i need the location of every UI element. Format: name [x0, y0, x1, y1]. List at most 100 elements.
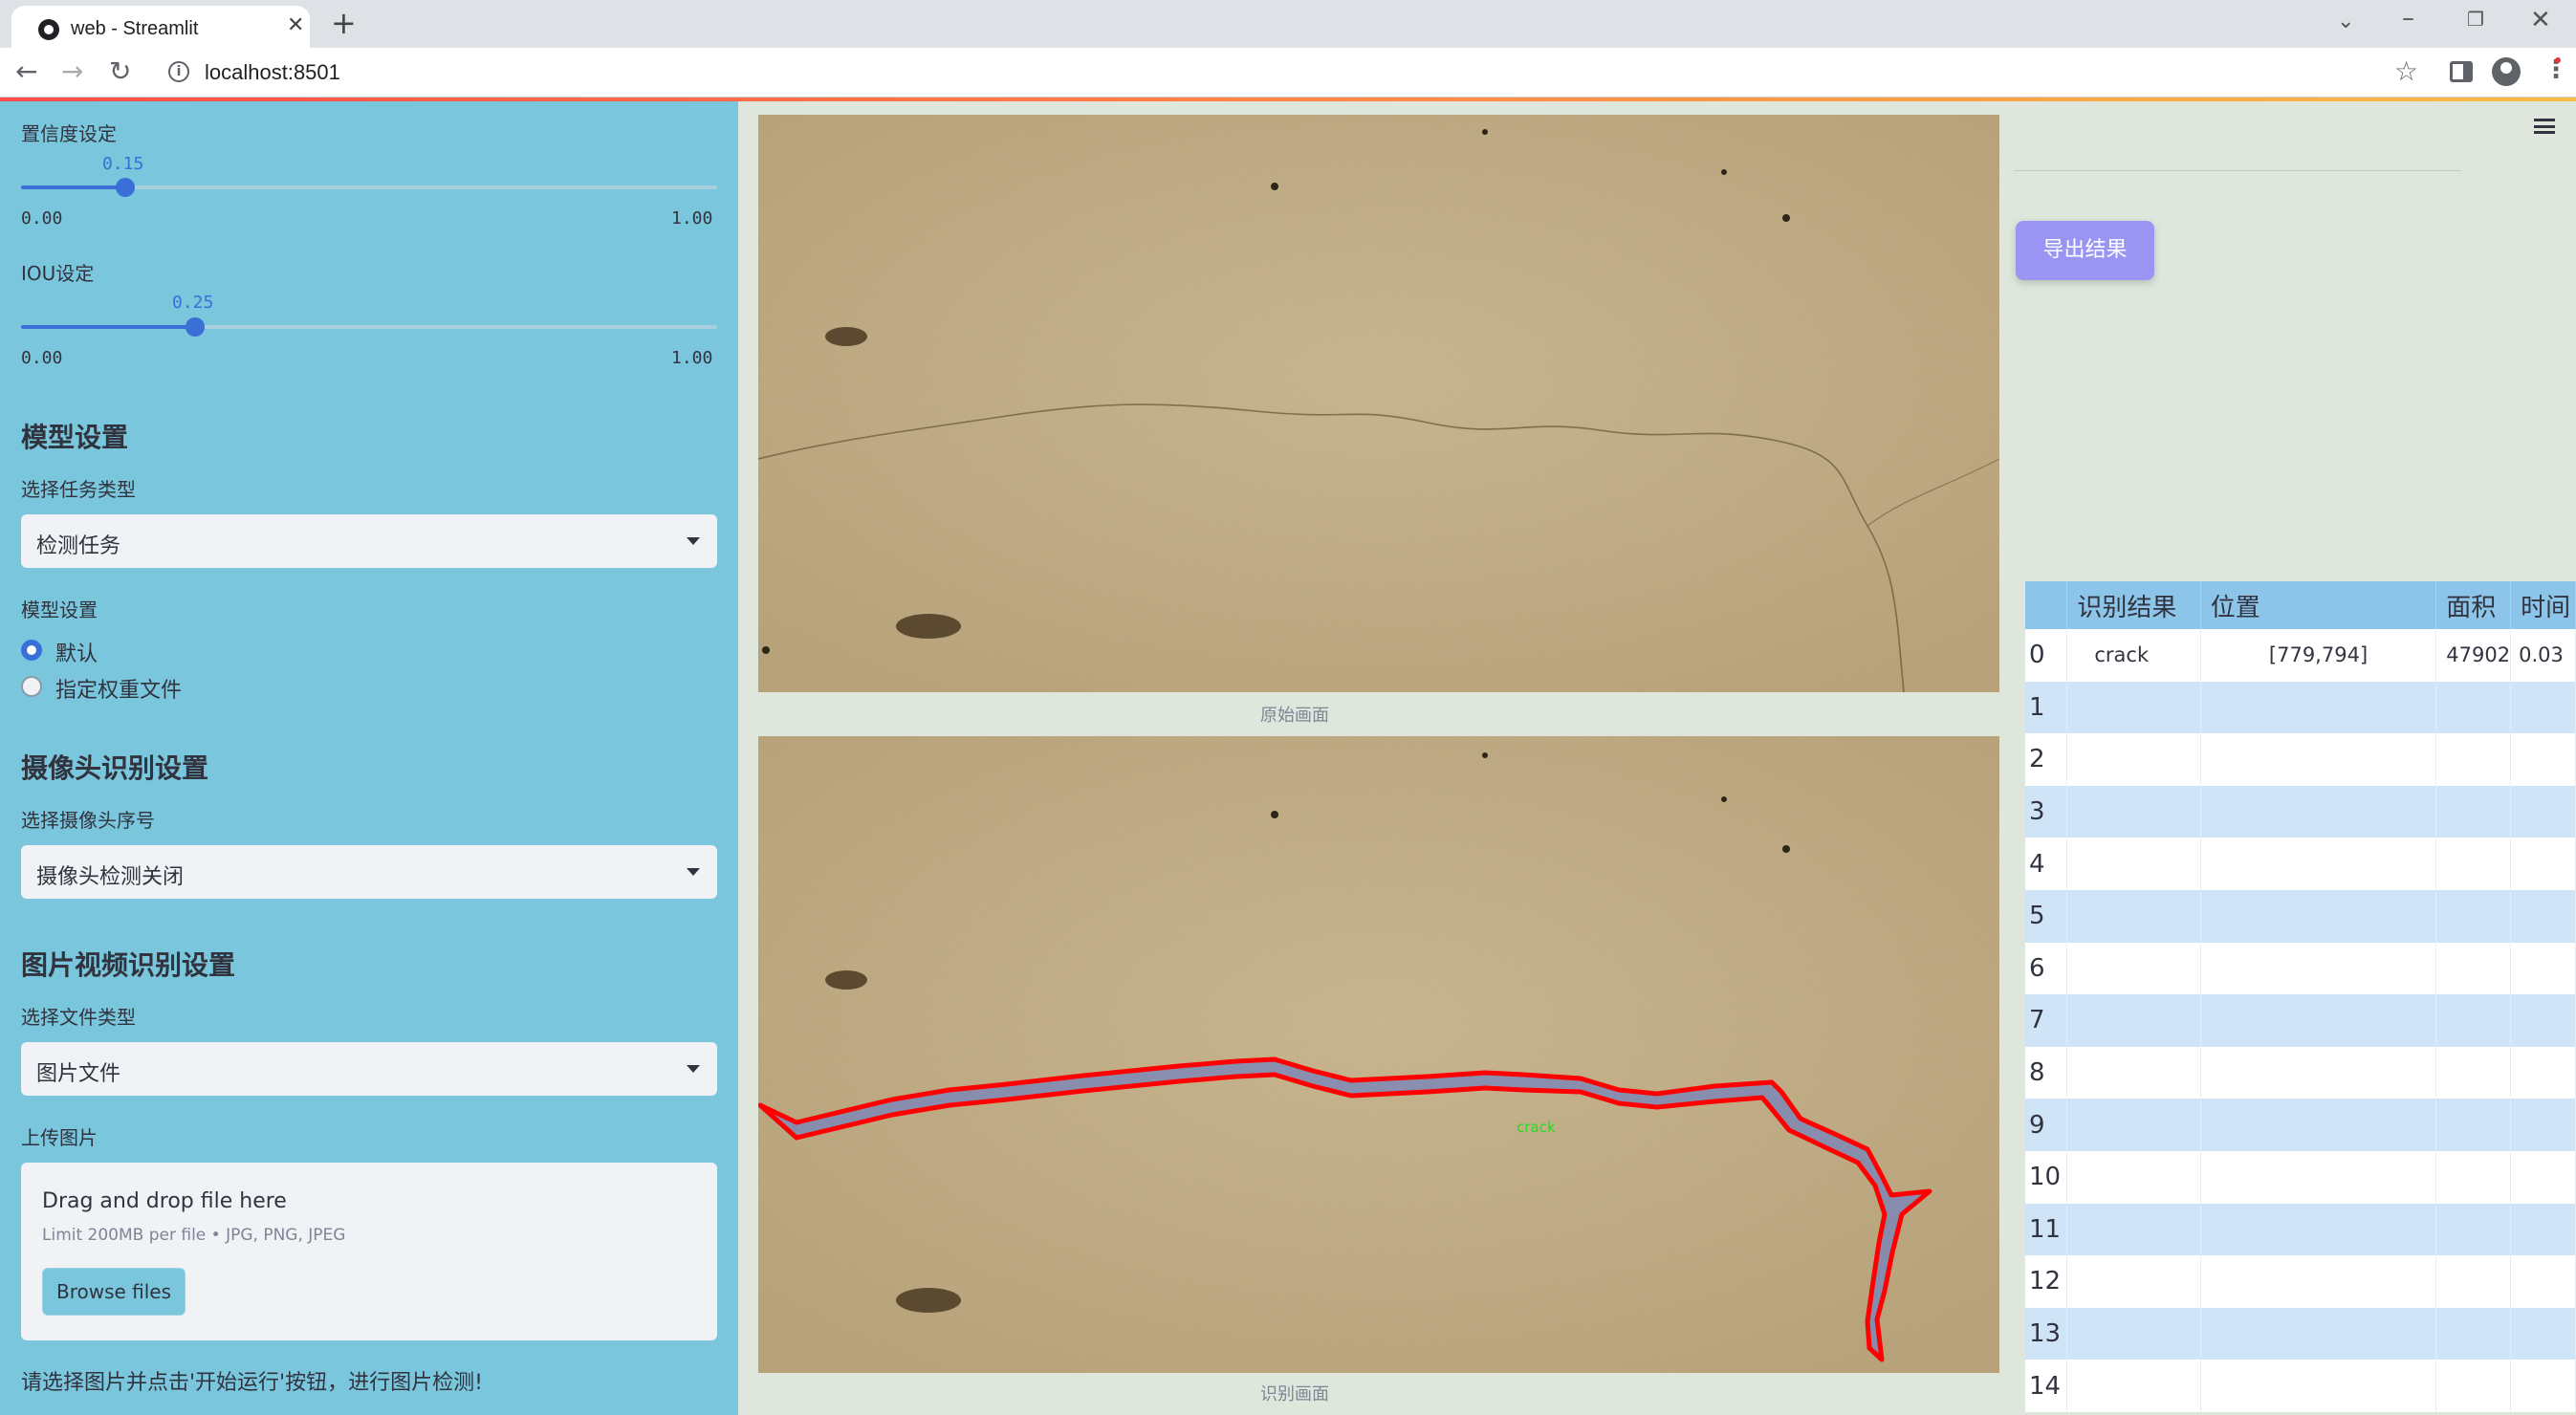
iou-max: 1.00: [671, 348, 713, 368]
task-type-label: 选择任务类型: [21, 478, 136, 501]
row-index: 12: [2025, 1255, 2068, 1308]
close-tab-icon[interactable]: ✕: [287, 13, 304, 37]
time-cell: [2510, 785, 2576, 838]
minimize-window-icon[interactable]: –: [2402, 4, 2414, 33]
result-cell: [2066, 1255, 2201, 1308]
table-row[interactable]: 13: [2025, 1307, 2576, 1361]
star-icon[interactable]: ☆: [2394, 55, 2418, 87]
row-index: 11: [2025, 1203, 2068, 1256]
export-results-button[interactable]: 导出结果: [2016, 221, 2154, 280]
time-cell: [2510, 1360, 2576, 1412]
confidence-slider[interactable]: [21, 178, 717, 197]
hamburger-menu-icon[interactable]: [2534, 119, 2555, 134]
result-cell: [2066, 1203, 2201, 1256]
time-cell: [2510, 681, 2576, 734]
position-cell: [2200, 681, 2437, 734]
table-row[interactable]: 5: [2025, 889, 2576, 943]
table-row[interactable]: 12: [2025, 1255, 2576, 1308]
reload-icon[interactable]: ↻: [109, 55, 131, 87]
row-index: 13: [2025, 1307, 2068, 1361]
camera-heading: 摄像头识别设置: [21, 752, 209, 784]
iou-slider-fill: [21, 325, 195, 329]
browse-files-button[interactable]: Browse files: [42, 1268, 186, 1316]
table-row[interactable]: 14: [2025, 1360, 2576, 1412]
chevron-down-icon[interactable]: ⌄: [2337, 10, 2354, 33]
table-row[interactable]: 0 crack [779,794] 47902 0.03: [2025, 629, 2576, 682]
position-cell: [2200, 1150, 2437, 1204]
table-row[interactable]: 8: [2025, 1046, 2576, 1099]
close-window-icon[interactable]: ✕: [2530, 6, 2551, 34]
result-cell: [2066, 838, 2201, 890]
radio-unchecked-icon[interactable]: [21, 676, 42, 697]
uploader-title: Drag and drop file here: [42, 1189, 287, 1213]
back-arrow-icon[interactable]: ←: [15, 55, 37, 87]
url-field[interactable]: localhost:8501: [205, 60, 340, 85]
position-header[interactable]: 位置: [2200, 581, 2437, 629]
radio-checked-icon[interactable]: [21, 640, 42, 661]
results-table[interactable]: 识别结果 位置 面积 时间 0 crack [779,794] 47902 0.03 1 2 3 4 5…: [2025, 581, 2576, 1415]
time-cell: [2510, 1150, 2576, 1204]
table-row[interactable]: 7: [2025, 994, 2576, 1047]
model-heading: 模型设置: [21, 422, 129, 453]
area-cell: [2435, 838, 2512, 890]
time-cell: [2510, 1307, 2576, 1361]
result-cell: [2066, 1099, 2201, 1151]
row-index: 5: [2025, 889, 2068, 943]
iou-slider-thumb[interactable]: [186, 317, 205, 337]
area-cell: [2435, 1255, 2512, 1308]
row-index: 2: [2025, 733, 2068, 786]
result-cell: [2066, 942, 2201, 995]
row-index: 10: [2025, 1150, 2068, 1204]
row-index: 8: [2025, 1046, 2068, 1099]
result-header[interactable]: 识别结果: [2066, 581, 2201, 629]
table-row[interactable]: 9: [2025, 1099, 2576, 1151]
position-cell: [2200, 785, 2437, 838]
restore-window-icon[interactable]: ❐: [2467, 8, 2484, 31]
row-index: 7: [2025, 994, 2068, 1047]
concrete-texture: crack: [758, 736, 1999, 1373]
position-cell: [2200, 1360, 2437, 1412]
area-cell: [2435, 1203, 2512, 1256]
table-row[interactable]: 3: [2025, 785, 2576, 838]
area-header[interactable]: 面积: [2435, 581, 2512, 629]
result-cell: [2066, 1360, 2201, 1412]
address-bar: ← → ↻ i localhost:8501 ☆ ⋮: [0, 48, 2576, 98]
camera-select[interactable]: 摄像头检测关闭: [21, 845, 717, 899]
new-tab-icon[interactable]: +: [331, 5, 357, 41]
file-type-label: 选择文件类型: [21, 1006, 136, 1029]
side-panel-icon[interactable]: [2450, 61, 2473, 82]
iou-slider[interactable]: [21, 317, 717, 337]
confidence-slider-fill: [21, 185, 126, 189]
position-cell: [2200, 942, 2437, 995]
forward-arrow-icon[interactable]: →: [61, 55, 83, 87]
area-cell: [2435, 889, 2512, 943]
time-cell: [2510, 1046, 2576, 1099]
site-info-icon[interactable]: i: [168, 61, 189, 82]
position-cell: [2200, 1307, 2437, 1361]
divider: [2014, 170, 2461, 171]
area-cell: [2435, 785, 2512, 838]
table-row[interactable]: 10: [2025, 1150, 2576, 1204]
row-index: 9: [2025, 1099, 2068, 1151]
profile-avatar-icon[interactable]: [2492, 57, 2521, 86]
result-cell: [2066, 1307, 2201, 1361]
browser-tab[interactable]: web - Streamlit ✕: [11, 6, 310, 48]
table-row[interactable]: 4: [2025, 838, 2576, 890]
time-cell: [2510, 838, 2576, 890]
table-row[interactable]: 2: [2025, 733, 2576, 786]
table-row[interactable]: 11: [2025, 1203, 2576, 1256]
result-cell: [2066, 785, 2201, 838]
time-header[interactable]: 时间: [2510, 581, 2576, 629]
task-type-select[interactable]: 检测任务: [21, 514, 717, 568]
file-uploader-dropzone[interactable]: Drag and drop file here Limit 200MB per …: [21, 1163, 717, 1340]
confidence-slider-thumb[interactable]: [116, 178, 136, 197]
table-row[interactable]: 1: [2025, 681, 2576, 734]
index-header[interactable]: [2025, 581, 2068, 629]
file-type-select[interactable]: 图片文件: [21, 1042, 717, 1096]
sidebar-instruction: 请选择图片并点击'开始运行'按钮，进行图片检测!: [21, 1371, 483, 1395]
table-row[interactable]: 6: [2025, 942, 2576, 995]
area-cell: [2435, 1360, 2512, 1412]
row-index: 6: [2025, 942, 2068, 995]
model-label: 模型设置: [21, 599, 98, 621]
table-header-row: 识别结果 位置 面积 时间: [2025, 581, 2576, 629]
